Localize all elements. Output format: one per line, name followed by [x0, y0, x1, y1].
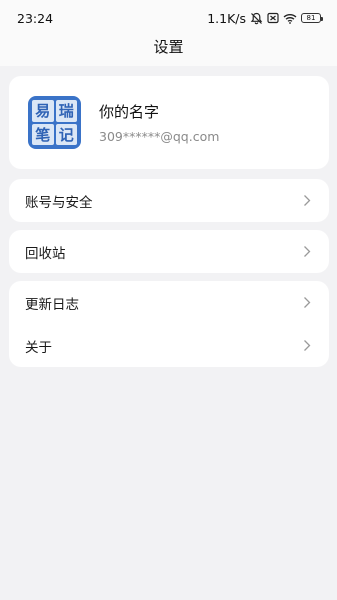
logo-char-3: 笔 — [32, 123, 54, 145]
chevron-right-icon — [304, 340, 311, 351]
mute-bell-icon — [250, 12, 263, 25]
recycle-card: 回收站 — [9, 230, 329, 273]
menu-item-account-security[interactable]: 账号与安全 — [9, 179, 329, 222]
menu-item-label: 更新日志 — [25, 296, 79, 313]
chevron-right-icon — [304, 195, 311, 206]
chevron-right-icon — [304, 297, 311, 308]
logo-char-2: 瑞 — [55, 100, 77, 122]
chevron-right-icon — [304, 246, 311, 257]
profile-text: 你的名字 309******@qq.com — [99, 101, 219, 144]
page-title-bar: 设置 — [0, 36, 337, 62]
menu-item-label: 关于 — [25, 339, 52, 356]
logo-char-1: 易 — [32, 100, 54, 122]
profile-email: 309******@qq.com — [99, 129, 220, 144]
status-icons: 1.1K/s 81 — [207, 10, 323, 26]
wifi-icon — [283, 13, 297, 24]
menu-item-changelog[interactable]: 更新日志 — [9, 281, 329, 324]
menu-item-label: 账号与安全 — [25, 194, 93, 211]
network-speed: 1.1K/s — [207, 10, 246, 26]
menu-item-about[interactable]: 关于 — [9, 324, 329, 367]
profile-name: 你的名字 — [99, 103, 160, 121]
logo-char-4: 记 — [55, 123, 77, 145]
battery-icon: 81 — [301, 13, 323, 23]
status-bar: 23:24 1.1K/s 81 — [0, 0, 337, 36]
info-card: 更新日志 关于 — [9, 281, 329, 367]
menu-item-label: 回收站 — [25, 245, 66, 262]
top-area: 23:24 1.1K/s 81 设置 — [0, 0, 337, 66]
sim-off-icon — [267, 12, 279, 24]
page-title: 设置 — [153, 38, 184, 56]
profile-card[interactable]: 易 瑞 笔 记 你的名字 309******@qq.com — [9, 76, 329, 169]
menu-item-recycle-bin[interactable]: 回收站 — [9, 230, 329, 273]
status-time: 23:24 — [17, 10, 54, 26]
account-card: 账号与安全 — [9, 179, 329, 222]
settings-screen: 23:24 1.1K/s 81 设置 易 瑞 笔 记 你的名字 309*****… — [0, 0, 337, 600]
app-logo: 易 瑞 笔 记 — [28, 96, 81, 149]
